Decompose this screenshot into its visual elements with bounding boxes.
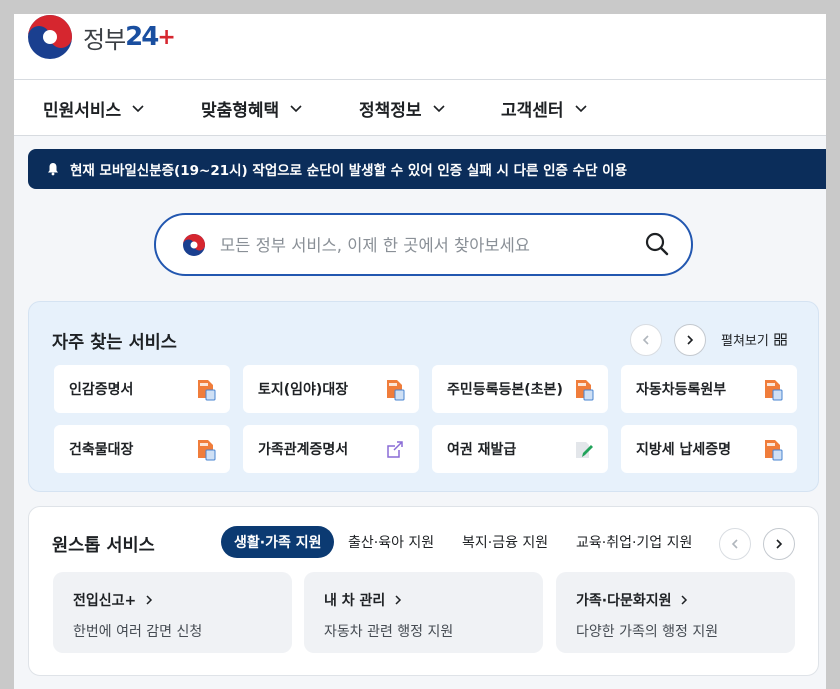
- chevron-left-icon: [731, 539, 738, 549]
- tab-life-family[interactable]: 생활·가족 지원: [221, 526, 335, 558]
- pdf-doc-icon: [576, 380, 594, 401]
- chevron-right-icon: [681, 595, 688, 605]
- chevron-down-icon: [132, 105, 144, 113]
- notice-text: 현재 모바일신분증(19~21시) 작업으로 순단이 발생할 수 있어 인증 실…: [70, 163, 628, 179]
- pdf-doc-icon: [387, 380, 405, 401]
- search-input[interactable]: [220, 229, 620, 261]
- card-title-row: 전입신고+: [73, 590, 292, 610]
- grid-icon: [774, 333, 787, 346]
- card-title-row: 내 차 관리: [324, 590, 543, 610]
- nav-label: 맞춤형혜택: [201, 100, 280, 121]
- tab-education-employment[interactable]: 교육·취업·기업 지원: [576, 526, 692, 558]
- nav-civil-service[interactable]: 민원서비스: [43, 80, 145, 136]
- chevron-left-icon: [642, 335, 649, 345]
- card-family-multicultural[interactable]: 가족·다문화지원 다양한 가족의 행정 지원: [556, 572, 795, 653]
- section-title: 자주 찾는 서비스: [52, 333, 177, 353]
- tab-label: 복지·금융 지원: [462, 535, 549, 551]
- page: 정부 24 + 민원서비스 맞춤형혜택 정책정보 고객센터 현재 모바일신분증(19…: [14, 14, 826, 689]
- chevron-down-icon: [574, 105, 587, 113]
- notice-banner[interactable]: 현재 모바일신분증(19~21시) 작업으로 순단이 발생할 수 있어 인증 실…: [28, 149, 826, 189]
- service-vehicle-register[interactable]: 자동차등록원부: [621, 365, 797, 413]
- tab-label: 생활·가족 지원: [234, 535, 322, 551]
- service-family-certificate[interactable]: 가족관계증명서: [243, 425, 419, 473]
- pdf-doc-icon: [198, 380, 216, 401]
- service-land-register[interactable]: 토지(임야)대장: [243, 365, 419, 413]
- service-building-register[interactable]: 건축물대장: [54, 425, 230, 473]
- frequent-services-panel: 자주 찾는 서비스 펼쳐보기 인감증명서 토지(임야)대장 주민등록등본(초본)…: [28, 301, 819, 492]
- nav-policy-info[interactable]: 정책정보: [359, 80, 446, 136]
- service-resident-register[interactable]: 주민등록등본(초본): [432, 365, 608, 413]
- service-label: 가족관계증명서: [258, 442, 349, 458]
- taegeuk-emblem-icon: [183, 234, 205, 256]
- tab-label: 출산·육아 지원: [348, 535, 435, 551]
- service-local-tax-certificate[interactable]: 지방세 납세증명: [621, 425, 797, 473]
- service-label: 토지(임야)대장: [258, 382, 349, 398]
- onestop-services-panel: 원스톱 서비스 생활·가족 지원 출산·육아 지원 복지·금융 지원 교육·취업…: [28, 506, 819, 676]
- service-label: 인감증명서: [69, 382, 134, 398]
- section-title: 원스톱 서비스: [52, 536, 155, 556]
- expand-label: 펼쳐보기: [721, 334, 769, 349]
- bell-icon: [48, 163, 58, 176]
- prev-button[interactable]: [630, 324, 662, 356]
- card-desc: 한번에 여러 감면 신청: [73, 624, 203, 640]
- main-nav: 민원서비스 맞춤형혜택 정책정보 고객센터: [14, 80, 826, 136]
- chevron-down-icon: [432, 105, 445, 113]
- edit-doc-icon: [576, 442, 593, 458]
- tab-birth-childcare[interactable]: 출산·육아 지원: [348, 526, 434, 558]
- card-title: 내 차 관리: [324, 593, 386, 609]
- service-label: 자동차등록원부: [636, 382, 727, 398]
- search-box[interactable]: [154, 213, 693, 276]
- service-label: 여권 재발급: [447, 442, 517, 458]
- search-icon[interactable]: [644, 231, 670, 257]
- chevron-right-icon: [776, 539, 783, 549]
- gov24-logo[interactable]: 정부 24 +: [27, 14, 176, 60]
- card-title: 전입신고+: [73, 593, 137, 609]
- pdf-doc-icon: [765, 440, 783, 461]
- logo-number: 24: [125, 22, 159, 52]
- expand-button[interactable]: 펼쳐보기: [721, 330, 787, 349]
- tab-welfare-finance[interactable]: 복지·금융 지원: [462, 526, 548, 558]
- service-label: 지방세 납세증명: [636, 442, 732, 458]
- nav-customer-center[interactable]: 고객센터: [501, 80, 588, 136]
- tab-label: 교육·취업·기업 지원: [576, 535, 693, 551]
- prev-button[interactable]: [719, 528, 751, 560]
- card-desc: 자동차 관련 행정 지원: [324, 624, 454, 640]
- card-my-car[interactable]: 내 차 관리 자동차 관련 행정 지원: [304, 572, 543, 653]
- pdf-doc-icon: [765, 380, 783, 401]
- service-passport-reissue[interactable]: 여권 재발급: [432, 425, 608, 473]
- card-title: 가족·다문화지원: [576, 593, 672, 609]
- pdf-doc-icon: [198, 440, 216, 461]
- chevron-right-icon: [395, 595, 402, 605]
- nav-label: 민원서비스: [43, 100, 122, 121]
- service-label: 주민등록등본(초본): [447, 382, 563, 398]
- nav-custom-benefit[interactable]: 맞춤형혜택: [201, 80, 303, 136]
- next-button[interactable]: [763, 528, 795, 560]
- logo-plus: +: [157, 24, 176, 50]
- chevron-right-icon: [146, 595, 153, 605]
- external-link-icon: [387, 441, 403, 458]
- card-move-in-report[interactable]: 전입신고+ 한번에 여러 감면 신청: [53, 572, 292, 653]
- taegeuk-emblem-icon: [28, 15, 72, 59]
- header: 정부 24 +: [14, 14, 826, 80]
- next-button[interactable]: [674, 324, 706, 356]
- card-desc: 다양한 가족의 행정 지원: [576, 624, 719, 640]
- chevron-down-icon: [290, 105, 302, 113]
- service-seal-certificate[interactable]: 인감증명서: [54, 365, 230, 413]
- service-label: 건축물대장: [69, 442, 134, 458]
- chevron-right-icon: [687, 335, 694, 345]
- nav-label: 고객센터: [501, 100, 564, 121]
- logo-wordmark: 정부: [83, 25, 126, 54]
- nav-label: 정책정보: [359, 100, 422, 121]
- card-title-row: 가족·다문화지원: [576, 590, 795, 610]
